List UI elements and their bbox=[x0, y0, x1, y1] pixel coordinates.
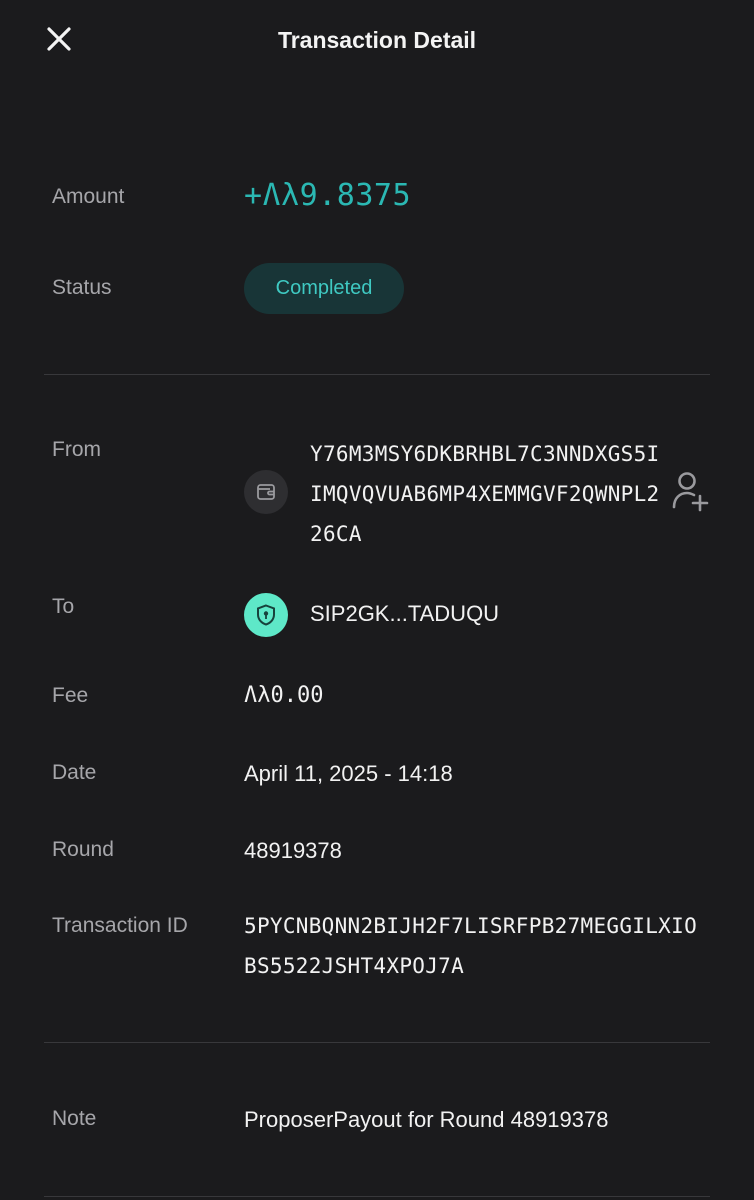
date-value: April 11, 2025 - 14:18 bbox=[244, 761, 453, 786]
divider bbox=[44, 1042, 710, 1043]
note-value: ProposerPayout for Round 48919378 bbox=[244, 1107, 609, 1132]
wallet-avatar bbox=[244, 470, 288, 514]
transaction-id-label: Transaction ID bbox=[52, 914, 188, 937]
transaction-detail-screen: Transaction Detail Amount +Ʌλ9.8375 Stat… bbox=[0, 0, 754, 1200]
from-address: Y76M3MSY6DKBRHBL7C3NNDXGS5IIMQVQVUAB6MP4… bbox=[310, 442, 660, 546]
wallet-icon bbox=[257, 484, 275, 500]
amount-value: +Ʌλ9.8375 bbox=[244, 178, 412, 213]
status-badge: Completed bbox=[244, 263, 404, 314]
transaction-id-value[interactable]: 5PYCNBQNN2BIJH2F7LISRFPB27MEGGILXIOBS552… bbox=[244, 906, 704, 986]
status-label: Status bbox=[52, 276, 112, 299]
round-value[interactable]: 48919378 bbox=[244, 838, 342, 864]
to-label: To bbox=[52, 595, 75, 618]
add-contact-icon bbox=[672, 472, 709, 512]
page-title: Transaction Detail bbox=[277, 27, 477, 53]
amount-label: Amount bbox=[52, 185, 125, 208]
date-label: Date bbox=[52, 761, 97, 784]
fee-value: Ʌλ0.00 bbox=[244, 683, 324, 708]
fee-label: Fee bbox=[52, 684, 89, 707]
to-address[interactable]: SIP2GK...TADUQU bbox=[310, 601, 499, 627]
shield-lock-icon bbox=[257, 604, 275, 626]
note-label: Note bbox=[52, 1107, 97, 1130]
from-label: From bbox=[52, 438, 101, 461]
add-contact-button[interactable] bbox=[668, 468, 712, 514]
round-label: Round bbox=[52, 838, 114, 861]
to-avatar bbox=[244, 593, 288, 637]
header: Transaction Detail bbox=[0, 0, 754, 82]
divider bbox=[44, 1196, 710, 1197]
divider bbox=[44, 374, 710, 375]
